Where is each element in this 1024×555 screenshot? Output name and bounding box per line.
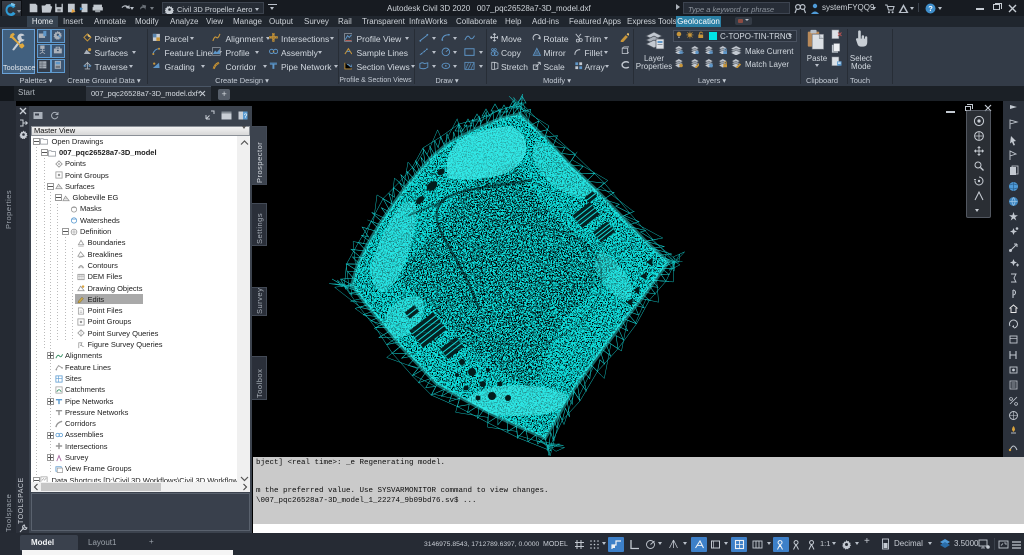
svg-text:?: ? [244,113,248,120]
